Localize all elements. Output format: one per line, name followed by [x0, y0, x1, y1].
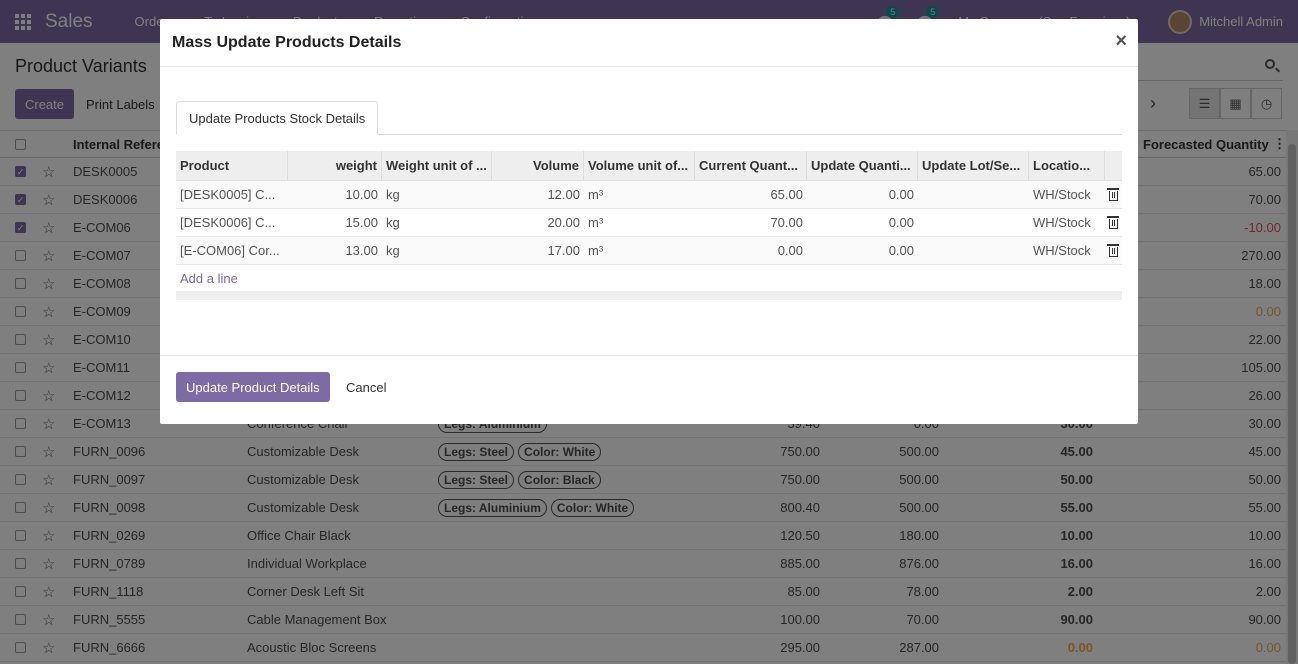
- table-row[interactable]: [DESK0005] C... 10.00 kg 12.00 m³ 65.00 0.00 WH…: [176, 181, 1122, 209]
- tab-update-stock-details[interactable]: Update Products Stock Details: [176, 101, 379, 135]
- table-row[interactable]: [E-COM06] Cor... 13.00 kg 17.00 m³ 0.00 0.00 WH…: [176, 237, 1122, 265]
- update-lot-cell[interactable]: [918, 209, 1029, 236]
- current-quantity-cell[interactable]: 65.00: [695, 181, 807, 208]
- column-header-weight-unit[interactable]: Weight unit of ...: [382, 151, 492, 180]
- current-quantity-cell[interactable]: 0.00: [695, 237, 807, 264]
- volume-unit-cell[interactable]: m³: [584, 237, 695, 264]
- weight-cell[interactable]: 13.00: [288, 237, 382, 264]
- product-cell[interactable]: [DESK0005] C...: [176, 181, 288, 208]
- table-header: Product weight Weight unit of ... Volume…: [176, 151, 1122, 181]
- update-product-details-button[interactable]: Update Product Details: [176, 372, 330, 402]
- weight-unit-cell[interactable]: kg: [382, 237, 492, 264]
- column-header-current-quantity[interactable]: Current Quant...: [695, 151, 807, 180]
- close-icon[interactable]: ×: [1115, 30, 1127, 53]
- volume-cell[interactable]: 20.00: [492, 209, 584, 236]
- cancel-button[interactable]: Cancel: [346, 372, 386, 402]
- modal-title: Mass Update Products Details: [172, 34, 402, 51]
- update-lot-cell[interactable]: [918, 181, 1029, 208]
- current-quantity-cell[interactable]: 70.00: [695, 209, 807, 236]
- trash-icon: [1107, 188, 1119, 201]
- mass-update-dialog: Mass Update Products Details × Update Pr…: [160, 19, 1138, 424]
- modal-header: Mass Update Products Details ×: [160, 19, 1138, 67]
- column-header-update-lot[interactable]: Update Lot/Se...: [918, 151, 1029, 180]
- column-header-volume-unit[interactable]: Volume unit of...: [584, 151, 695, 180]
- add-a-line-link[interactable]: Add a line: [176, 265, 1122, 291]
- delete-row-button[interactable]: [1105, 209, 1122, 236]
- product-cell[interactable]: [E-COM06] Cor...: [176, 237, 288, 264]
- table-row[interactable]: [DESK0006] C... 15.00 kg 20.00 m³ 70.00 0.00 WH…: [176, 209, 1122, 237]
- trash-icon: [1107, 216, 1119, 229]
- column-header-product[interactable]: Product: [176, 151, 288, 180]
- tab-strip: Update Products Stock Details: [176, 101, 1122, 135]
- column-header-update-quantity[interactable]: Update Quanti...: [807, 151, 918, 180]
- column-header-weight[interactable]: weight: [288, 151, 382, 180]
- table-footer: [176, 291, 1122, 300]
- weight-cell[interactable]: 15.00: [288, 209, 382, 236]
- column-header-location[interactable]: Locatio...: [1029, 151, 1105, 180]
- location-cell[interactable]: WH/Stock: [1029, 237, 1105, 264]
- weight-unit-cell[interactable]: kg: [382, 181, 492, 208]
- update-lot-cell[interactable]: [918, 237, 1029, 264]
- weight-cell[interactable]: 10.00: [288, 181, 382, 208]
- delete-row-button[interactable]: [1105, 181, 1122, 208]
- product-cell[interactable]: [DESK0006] C...: [176, 209, 288, 236]
- volume-cell[interactable]: 17.00: [492, 237, 584, 264]
- update-quantity-cell[interactable]: 0.00: [807, 181, 918, 208]
- volume-cell[interactable]: 12.00: [492, 181, 584, 208]
- trash-icon: [1107, 244, 1119, 257]
- column-header-volume[interactable]: Volume: [492, 151, 584, 180]
- modal-footer: Update Product Details Cancel: [160, 355, 1138, 424]
- update-quantity-cell[interactable]: 0.00: [807, 209, 918, 236]
- weight-unit-cell[interactable]: kg: [382, 209, 492, 236]
- volume-unit-cell[interactable]: m³: [584, 209, 695, 236]
- stock-details-table: Product weight Weight unit of ... Volume…: [176, 151, 1122, 300]
- volume-unit-cell[interactable]: m³: [584, 181, 695, 208]
- location-cell[interactable]: WH/Stock: [1029, 181, 1105, 208]
- location-cell[interactable]: WH/Stock: [1029, 209, 1105, 236]
- delete-row-button[interactable]: [1105, 237, 1122, 264]
- column-header-spacer: [1105, 151, 1122, 180]
- update-quantity-cell[interactable]: 0.00: [807, 237, 918, 264]
